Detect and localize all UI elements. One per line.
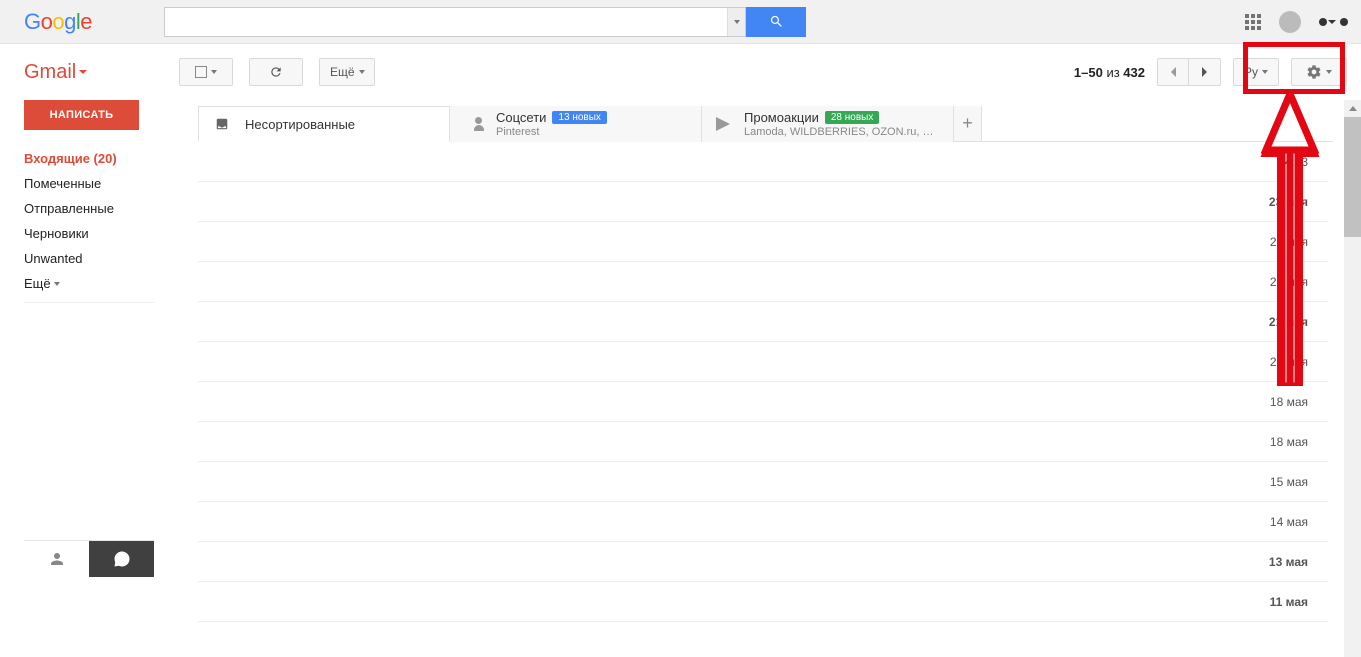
search-icon (769, 14, 784, 29)
mail-row[interactable]: 4:03 (198, 142, 1328, 182)
chevron-right-icon (1201, 66, 1209, 78)
mail-row[interactable]: 22 мая (198, 262, 1328, 302)
sidebar-item[interactable]: Черновики (24, 221, 180, 246)
mail-date: 18 мая (1270, 435, 1308, 449)
mail-row[interactable]: 15 мая (198, 462, 1328, 502)
category-tabs: Несортированные Соцсети 13 новых Pinterest П… (198, 106, 1333, 142)
more-button[interactable]: Ещё (319, 58, 375, 86)
refresh-icon (269, 65, 283, 79)
mail-date: 18 мая (1270, 395, 1308, 409)
mail-date: 13 мая (1269, 555, 1308, 569)
search-dropdown[interactable] (727, 8, 745, 36)
mail-list: 4:03 23 мая 23 мая 22 мая 21 мая 21 мая 18 мая… (198, 142, 1328, 622)
mail-date: 22 мая (1270, 275, 1308, 289)
search-input[interactable] (165, 8, 727, 36)
inbox-icon (213, 117, 231, 131)
contacts-tab[interactable] (24, 541, 89, 577)
next-button[interactable] (1189, 58, 1221, 86)
mail-row[interactable]: 11 мая (198, 582, 1328, 622)
compose-button[interactable]: НАПИСАТЬ (24, 100, 139, 130)
sidebar-item[interactable]: Отправленные (24, 196, 180, 221)
mail-date: 11 мая (1270, 595, 1308, 609)
person-icon (48, 550, 66, 568)
tab-label: Промоакции (744, 110, 819, 125)
mail-date: 23 мая (1270, 235, 1308, 249)
sidebar: НАПИСАТЬ Входящие (20)ПомеченныеОтправле… (0, 100, 180, 303)
notifications-icon[interactable] (1279, 11, 1301, 33)
scroll-up[interactable] (1344, 100, 1361, 117)
gear-icon (1306, 64, 1322, 80)
checkbox-icon (195, 66, 207, 78)
hangouts-tab[interactable] (89, 541, 154, 577)
category-tab[interactable]: Промоакции 28 новых Lamoda, WILDBERRIES, O… (702, 106, 954, 142)
mail-row[interactable]: 18 мая (198, 382, 1328, 422)
gmail-dropdown[interactable]: Gmail (24, 61, 87, 84)
chat-icon (113, 550, 131, 568)
badge: 13 новых (552, 111, 607, 124)
mail-date: 4:03 (1285, 155, 1308, 169)
mail-date: 23 мая (1269, 195, 1308, 209)
mail-row[interactable]: 21 мая (198, 302, 1328, 342)
select-button[interactable] (179, 58, 233, 86)
badge: 28 новых (825, 111, 880, 124)
input-tools-button[interactable]: Ру (1233, 58, 1279, 86)
mail-row[interactable]: 23 мая (198, 182, 1328, 222)
scrollbar[interactable] (1344, 100, 1361, 657)
chevron-left-icon (1169, 66, 1177, 78)
category-tab[interactable]: Соцсети 13 новых Pinterest (450, 106, 702, 142)
settings-button[interactable] (1291, 58, 1347, 86)
people-icon (464, 117, 482, 131)
sidebar-more[interactable]: Ещё (24, 271, 180, 296)
mail-row[interactable]: 21 мая (198, 342, 1328, 382)
tab-subtitle: Pinterest (496, 126, 607, 138)
search-button[interactable] (746, 7, 806, 37)
header: Google (0, 0, 1361, 44)
sidebar-item[interactable]: Unwanted (24, 246, 180, 271)
refresh-button[interactable] (249, 58, 303, 86)
mail-date: 21 мая (1269, 315, 1308, 329)
add-tab-button[interactable]: + (954, 106, 982, 141)
sidebar-item[interactable]: Входящие (20) (24, 146, 180, 171)
account-button[interactable] (1319, 16, 1349, 28)
mail-row[interactable]: 14 мая (198, 502, 1328, 542)
mail-row[interactable]: 23 мая (198, 222, 1328, 262)
mail-date: 14 мая (1270, 515, 1308, 529)
category-tab[interactable]: Несортированные (198, 106, 450, 142)
mail-date: 15 мая (1270, 475, 1308, 489)
mail-row[interactable]: 13 мая (198, 542, 1328, 582)
mail-date: 21 мая (1270, 355, 1308, 369)
pagination-count: 1–50 из 432 (1074, 65, 1145, 80)
search-box (164, 7, 746, 37)
tab-subtitle: Lamoda, WILDBERRIES, OZON.ru, La... (744, 126, 934, 138)
apps-icon[interactable] (1245, 14, 1261, 30)
sidebar-item[interactable]: Помеченные (24, 171, 180, 196)
prev-button[interactable] (1157, 58, 1189, 86)
tab-label: Несортированные (245, 117, 355, 132)
toolbar: Gmail Ещё 1–50 из 432 Ру (0, 44, 1361, 100)
tab-label: Соцсети (496, 110, 546, 125)
tag-icon (716, 117, 730, 131)
mail-row[interactable]: 18 мая (198, 422, 1328, 462)
scroll-thumb[interactable] (1344, 117, 1361, 237)
sidebar-bottom-tabs (24, 540, 154, 577)
google-logo[interactable]: Google (24, 9, 92, 35)
